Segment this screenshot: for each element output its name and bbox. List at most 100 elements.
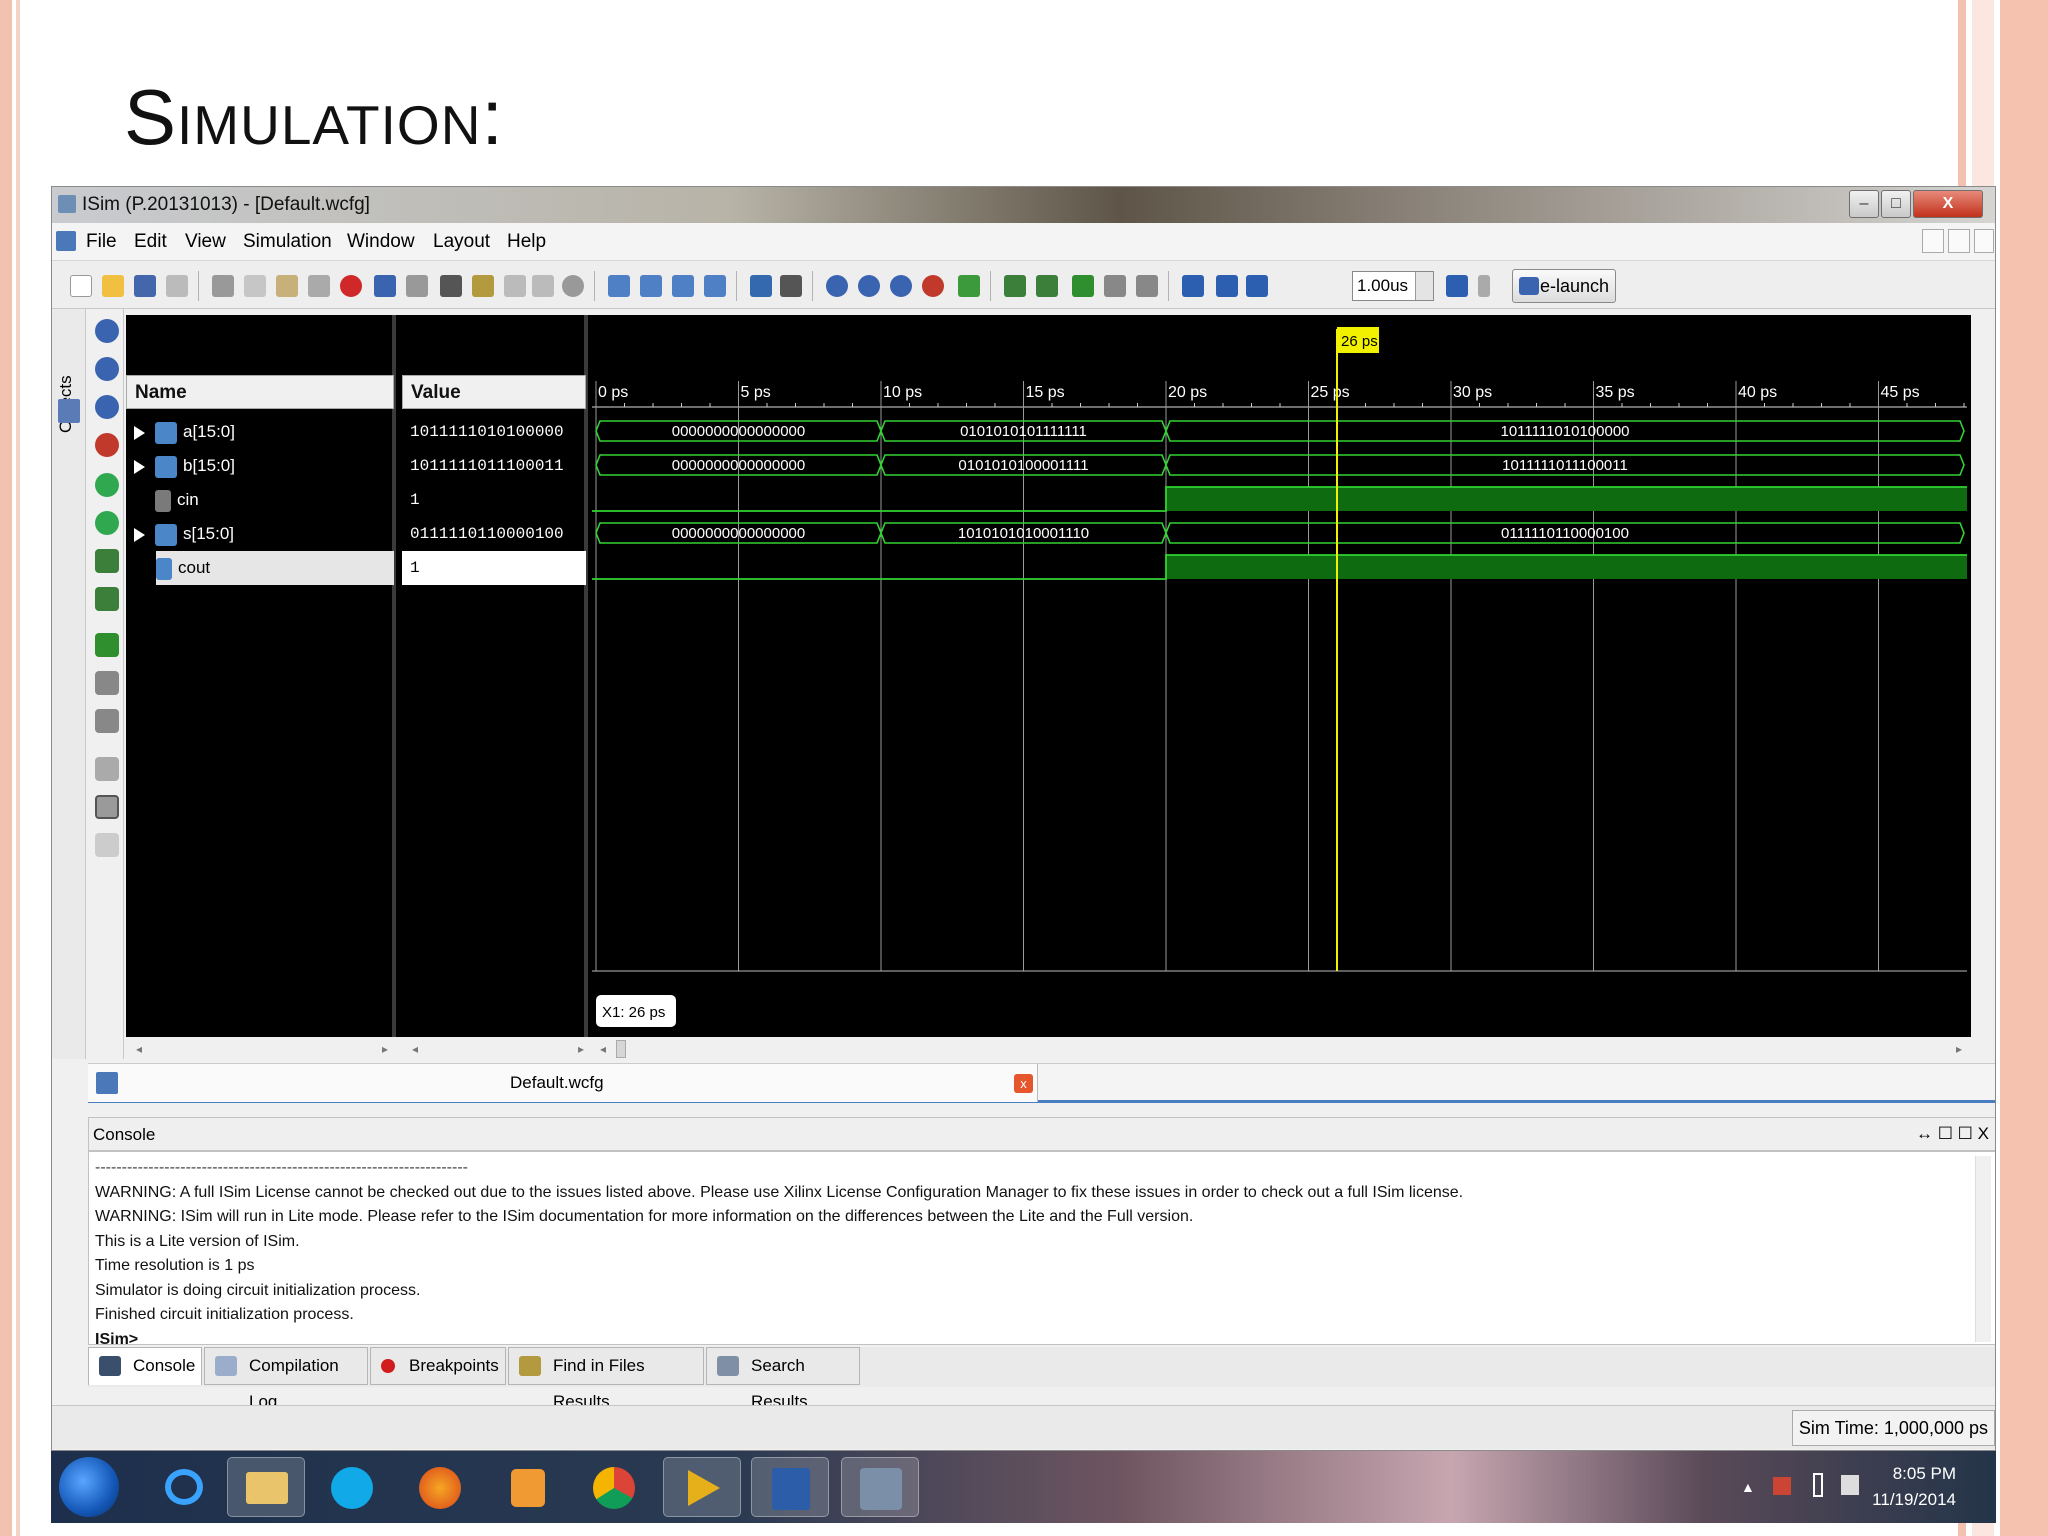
menu-help[interactable]: Help <box>507 231 546 253</box>
internet-explorer-icon[interactable] <box>145 1457 223 1517</box>
start-button[interactable] <box>59 1457 119 1517</box>
tab-breakpoints[interactable]: Breakpoints <box>370 1347 506 1385</box>
floating-ruler-icon[interactable] <box>95 833 119 857</box>
tab-find-in-files-results[interactable]: Find in Files Results <box>508 1347 704 1411</box>
menu-view[interactable]: View <box>185 231 226 253</box>
signal-row-s[interactable]: s[15:0] <box>126 517 394 551</box>
save-icon[interactable] <box>134 275 156 297</box>
plex-icon[interactable] <box>663 1457 741 1517</box>
add-marker-icon[interactable] <box>95 633 119 657</box>
firefox-icon[interactable] <box>401 1457 479 1517</box>
show-hidden-icons-icon[interactable]: ▲ <box>1741 1479 1755 1495</box>
step-over-icon[interactable] <box>1104 275 1126 297</box>
swap-cursors-icon[interactable] <box>95 757 119 781</box>
maximize-button[interactable]: □ <box>1881 190 1911 218</box>
file-explorer-icon[interactable] <box>227 1457 305 1517</box>
mdi-minimize-button[interactable] <box>1922 229 1944 253</box>
step-icon[interactable] <box>1446 275 1468 297</box>
mdi-close-button[interactable] <box>1974 229 1994 253</box>
print-icon[interactable] <box>166 275 188 297</box>
clear-icon[interactable] <box>562 275 584 297</box>
name-column-header[interactable]: Name <box>126 375 394 409</box>
step-out-icon[interactable] <box>1136 275 1158 297</box>
zoom-in-icon[interactable] <box>826 275 848 297</box>
tab-compilation-log[interactable]: Compilation Log <box>204 1347 368 1411</box>
scroll-thumb[interactable] <box>616 1040 626 1058</box>
signal-row-cin[interactable]: cin <box>126 483 394 517</box>
signal-row-b[interactable]: b[15:0] <box>126 449 394 483</box>
previous-icon[interactable] <box>504 275 526 297</box>
close-icon[interactable]: x <box>1014 1074 1033 1093</box>
open-folder-icon[interactable] <box>102 275 124 297</box>
go-to-start-icon[interactable] <box>95 473 119 497</box>
media-player-icon[interactable] <box>489 1457 567 1517</box>
horizontal-scrollbar[interactable]: ◂ ▸ ◂ ▸ ◂ ▸ <box>126 1039 1971 1061</box>
value-column-header[interactable]: Value <box>402 375 586 409</box>
go-to-end-icon[interactable] <box>95 511 119 535</box>
next-icon[interactable] <box>532 275 554 297</box>
waveform-canvas[interactable]: 0 ps 5 ps 10 ps 15 ps 20 ps 25 ps 30 ps 35 ps 40… <box>592 315 1971 1037</box>
console-output[interactable]: ----------------------------------------… <box>88 1151 1995 1348</box>
run-for-icon[interactable] <box>1246 275 1268 297</box>
refresh-icon[interactable] <box>958 275 980 297</box>
zoom-fit-icon[interactable] <box>890 275 912 297</box>
scroll-left-icon[interactable]: ◂ <box>136 1042 142 1056</box>
zoom-cursor-icon[interactable] <box>922 275 944 297</box>
pause-icon[interactable] <box>1478 275 1490 297</box>
clock-time[interactable]: 8:05 PM <box>1872 1461 1956 1487</box>
tile-vertical-icon[interactable] <box>672 275 694 297</box>
copy-icon[interactable] <box>244 275 266 297</box>
chrome-icon[interactable] <box>575 1457 653 1517</box>
scroll-right-icon[interactable]: ▸ <box>382 1042 388 1056</box>
relaunch-button[interactable]: Re-launch <box>1512 269 1616 303</box>
close-button[interactable]: X <box>1913 190 1983 218</box>
cascade-icon[interactable] <box>608 275 630 297</box>
network-icon[interactable] <box>1773 1477 1791 1495</box>
menu-window[interactable]: Window <box>347 231 415 253</box>
expand-icon[interactable] <box>134 459 145 474</box>
step-into-icon[interactable] <box>1072 275 1094 297</box>
run-all-icon[interactable] <box>1216 275 1238 297</box>
next-transition-icon[interactable] <box>1036 275 1058 297</box>
tile-horizontal-icon[interactable] <box>640 275 662 297</box>
clock-date[interactable]: 11/19/2014 <box>1872 1487 1956 1513</box>
chevron-down-icon[interactable] <box>1415 272 1433 300</box>
next-transition-icon[interactable] <box>95 587 119 611</box>
scroll-left-icon[interactable]: ◂ <box>600 1042 606 1056</box>
scroll-right-icon[interactable]: ▸ <box>578 1042 584 1056</box>
delete-icon[interactable] <box>308 275 330 297</box>
wrench-icon[interactable] <box>750 275 772 297</box>
tab-search-results[interactable]: Search Results <box>706 1347 860 1411</box>
volume-icon[interactable] <box>1841 1475 1859 1495</box>
window-icon[interactable] <box>704 275 726 297</box>
zoom-in-icon[interactable] <box>95 319 119 343</box>
run-time-select[interactable]: 1.00us <box>1352 271 1434 301</box>
battery-icon[interactable] <box>1813 1473 1823 1497</box>
previous-marker-icon[interactable] <box>95 671 119 695</box>
undo-icon[interactable] <box>374 275 396 297</box>
redo-icon[interactable] <box>406 275 428 297</box>
mdi-restore-button[interactable] <box>1948 229 1970 253</box>
scroll-left-icon[interactable]: ◂ <box>412 1042 418 1056</box>
document-tab-default-wcfg[interactable]: Default.wcfg x <box>88 1064 1038 1102</box>
zoom-cursor-icon[interactable] <box>95 433 119 457</box>
stop-icon[interactable] <box>340 275 362 297</box>
zoom-fit-icon[interactable] <box>95 395 119 419</box>
signal-row-a[interactable]: a[15:0] <box>126 415 394 449</box>
scroll-right-icon[interactable]: ▸ <box>1956 1042 1962 1056</box>
menu-simulation[interactable]: Simulation <box>243 231 332 253</box>
zoom-out-icon[interactable] <box>95 357 119 381</box>
help-cursor-icon[interactable] <box>780 275 802 297</box>
previous-transition-icon[interactable] <box>1004 275 1026 297</box>
cut-icon[interactable] <box>212 275 234 297</box>
snap-to-transition-icon[interactable] <box>95 795 119 819</box>
menu-edit[interactable]: Edit <box>134 231 167 253</box>
minimize-button[interactable]: – <box>1849 190 1879 218</box>
new-file-icon[interactable] <box>70 275 92 297</box>
paste-icon[interactable] <box>276 275 298 297</box>
expand-icon[interactable] <box>134 527 145 542</box>
signal-row-cout[interactable]: cout <box>156 551 394 585</box>
console-vertical-scrollbar[interactable] <box>1975 1156 1991 1342</box>
menu-layout[interactable]: Layout <box>433 231 490 253</box>
panel-window-controls[interactable]: ↔ ☐ ☐ X <box>1916 1124 1989 1144</box>
